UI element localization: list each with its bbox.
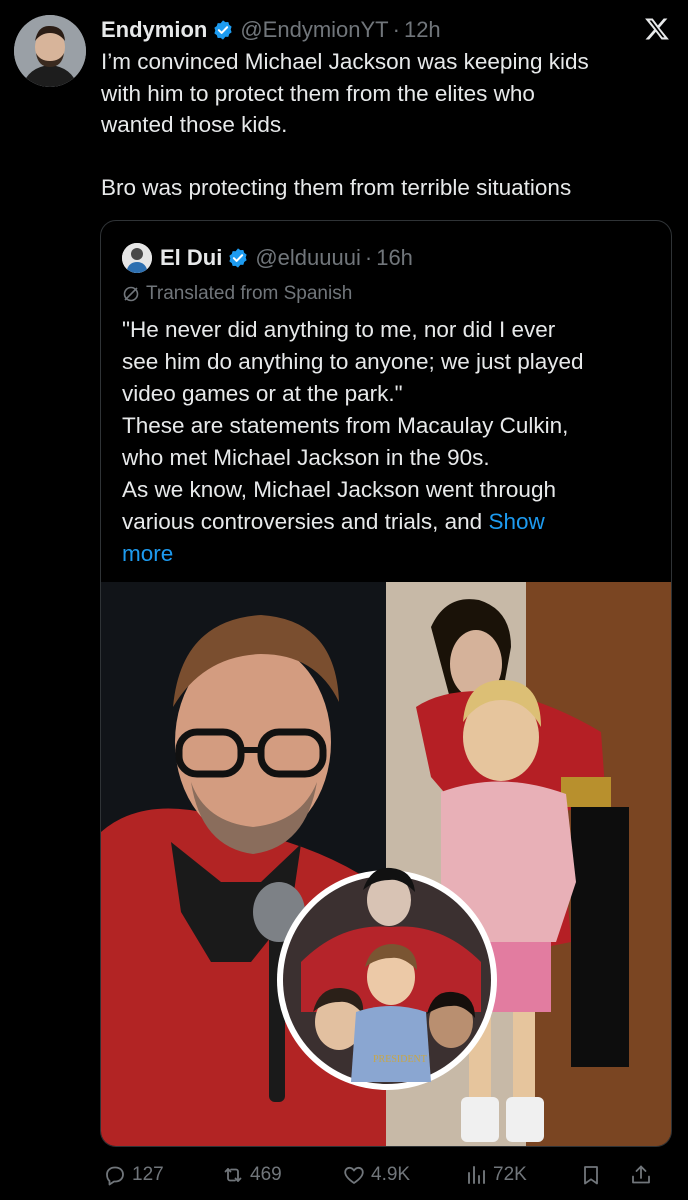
author-avatar[interactable] (14, 15, 86, 87)
quoted-tweet[interactable]: El Dui @elduuuui · 16h Translated from S… (100, 220, 672, 1147)
quote-media-image[interactable]: PRESIDENT (101, 582, 671, 1146)
heart-icon (344, 1166, 364, 1184)
repost-button[interactable]: 469 (221, 1163, 342, 1187)
share-icon (632, 1165, 650, 1184)
tweet-text: I’m convinced Michael Jackson was keepin… (101, 49, 589, 200)
quote-text: "He never did anything to me, nor did I … (122, 314, 652, 570)
tweet-header: Endymion @EndymionYT · 12h (101, 14, 668, 46)
translated-notice[interactable]: Translated from Spanish (122, 283, 352, 305)
author-handle[interactable]: @EndymionYT (240, 17, 388, 43)
quote-author-handle[interactable]: @elduuuui (255, 245, 361, 271)
repost-icon (224, 1168, 242, 1182)
quote-author-name[interactable]: El Dui (160, 245, 222, 271)
bookmark-icon (584, 1166, 598, 1185)
media-photo-collage: PRESIDENT (101, 582, 671, 1146)
translate-icon (123, 286, 139, 302)
like-button[interactable]: 4.9K (342, 1163, 464, 1187)
bookmark-button[interactable] (579, 1163, 629, 1187)
translated-label: Translated from Spanish (146, 283, 353, 304)
reply-count: 127 (132, 1164, 164, 1185)
verified-badge-icon (229, 248, 247, 268)
quote-time[interactable]: 16h (376, 245, 413, 271)
separator-dot: · (392, 17, 400, 42)
views-chart-icon (468, 1166, 485, 1184)
inset-caption: PRESIDENT (373, 1054, 427, 1065)
tweet-time[interactable]: 12h (404, 17, 441, 43)
action-bar: 127 469 4.9K 72K (103, 1158, 669, 1192)
views-button[interactable]: 72K (464, 1163, 579, 1187)
avatar-photo (14, 15, 86, 87)
quote-author-avatar[interactable] (122, 243, 152, 273)
like-count: 4.9K (371, 1164, 411, 1185)
verified-badge-icon (214, 20, 232, 40)
quote-body: "He never did anything to me, nor did I … (122, 317, 584, 534)
share-button[interactable] (629, 1163, 658, 1187)
quote-avatar-image (122, 243, 152, 273)
view-count: 72K (493, 1164, 527, 1185)
x-logo-icon[interactable] (644, 16, 670, 42)
reply-button[interactable]: 127 (103, 1163, 221, 1187)
repost-count: 469 (250, 1164, 282, 1185)
author-name[interactable]: Endymion (101, 17, 207, 43)
reply-icon (106, 1166, 124, 1186)
quote-header: El Dui @elduuuui · 16h (122, 243, 413, 273)
separator-dot: · (364, 245, 373, 270)
